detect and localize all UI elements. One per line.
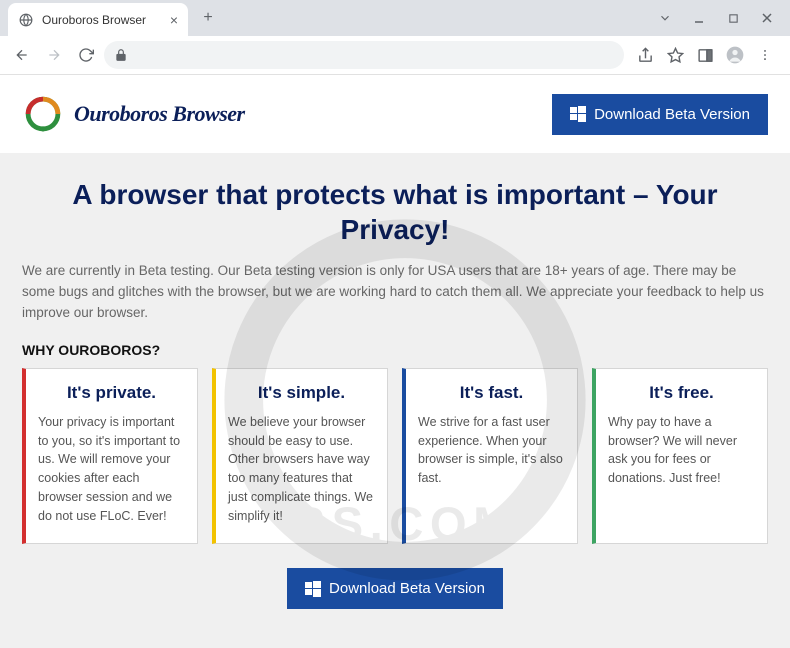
hero-section: A browser that protects what is importan… bbox=[0, 153, 790, 342]
brand: Ouroboros Browser bbox=[22, 93, 245, 135]
feature-cards: It's private. Your privacy is important … bbox=[0, 368, 790, 569]
card-private: It's private. Your privacy is important … bbox=[22, 368, 198, 545]
kebab-menu-icon[interactable] bbox=[754, 44, 776, 66]
tab-title: Ouroboros Browser bbox=[42, 13, 146, 27]
card-fast: It's fast. We strive for a fast user exp… bbox=[402, 368, 578, 545]
brand-name: Ouroboros Browser bbox=[74, 101, 245, 127]
windows-logo-icon bbox=[305, 581, 321, 597]
share-icon[interactable] bbox=[634, 44, 656, 66]
bookmark-star-icon[interactable] bbox=[664, 44, 686, 66]
card-simple: It's simple. We believe your browser sho… bbox=[212, 368, 388, 545]
window-controls bbox=[650, 6, 790, 30]
windows-logo-icon bbox=[570, 106, 586, 122]
maximize-button[interactable] bbox=[718, 6, 748, 30]
page-content: RS.COM Ouroboros Browser Download Beta V… bbox=[0, 75, 790, 648]
forward-button[interactable] bbox=[40, 41, 68, 69]
page-viewport[interactable]: RS.COM Ouroboros Browser Download Beta V… bbox=[0, 75, 790, 648]
chevron-down-icon[interactable] bbox=[650, 6, 680, 30]
browser-chrome: Ouroboros Browser × + bbox=[0, 0, 790, 75]
site-header: Ouroboros Browser Download Beta Version bbox=[0, 75, 790, 153]
card-title: It's simple. bbox=[228, 383, 375, 403]
globe-icon bbox=[18, 12, 34, 28]
toolbar bbox=[0, 36, 790, 74]
card-body: We strive for a fast user experience. Wh… bbox=[418, 413, 565, 488]
download-button-label: Download Beta Version bbox=[329, 580, 485, 597]
card-body: We believe your browser should be easy t… bbox=[228, 413, 375, 526]
new-tab-button[interactable]: + bbox=[194, 4, 222, 32]
card-title: It's private. bbox=[38, 383, 185, 403]
section-heading: WHY OUROBOROS? bbox=[0, 342, 790, 368]
lock-icon bbox=[114, 48, 128, 62]
card-title: It's fast. bbox=[418, 383, 565, 403]
card-free: It's free. Why pay to have a browser? We… bbox=[592, 368, 768, 545]
tab-strip: Ouroboros Browser × + bbox=[0, 0, 790, 36]
card-body: Your privacy is important to you, so it'… bbox=[38, 413, 185, 526]
profile-avatar-icon[interactable] bbox=[724, 44, 746, 66]
download-button-header[interactable]: Download Beta Version bbox=[552, 94, 768, 135]
toolbar-right-icons bbox=[628, 44, 782, 66]
ouroboros-logo-icon bbox=[22, 93, 64, 135]
download-button-main[interactable]: Download Beta Version bbox=[287, 568, 503, 609]
card-body: Why pay to have a browser? We will never… bbox=[608, 413, 755, 488]
address-bar[interactable] bbox=[104, 41, 624, 69]
download-button-label: Download Beta Version bbox=[594, 106, 750, 123]
reload-button[interactable] bbox=[72, 41, 100, 69]
card-title: It's free. bbox=[608, 383, 755, 403]
close-window-button[interactable] bbox=[752, 6, 782, 30]
cta-row: Download Beta Version bbox=[0, 568, 790, 637]
page-title: A browser that protects what is importan… bbox=[22, 177, 768, 247]
hero-body: We are currently in Beta testing. Our Be… bbox=[22, 261, 768, 324]
close-tab-icon[interactable]: × bbox=[170, 12, 178, 28]
side-panel-icon[interactable] bbox=[694, 44, 716, 66]
minimize-button[interactable] bbox=[684, 6, 714, 30]
back-button[interactable] bbox=[8, 41, 36, 69]
browser-tab[interactable]: Ouroboros Browser × bbox=[8, 3, 188, 37]
